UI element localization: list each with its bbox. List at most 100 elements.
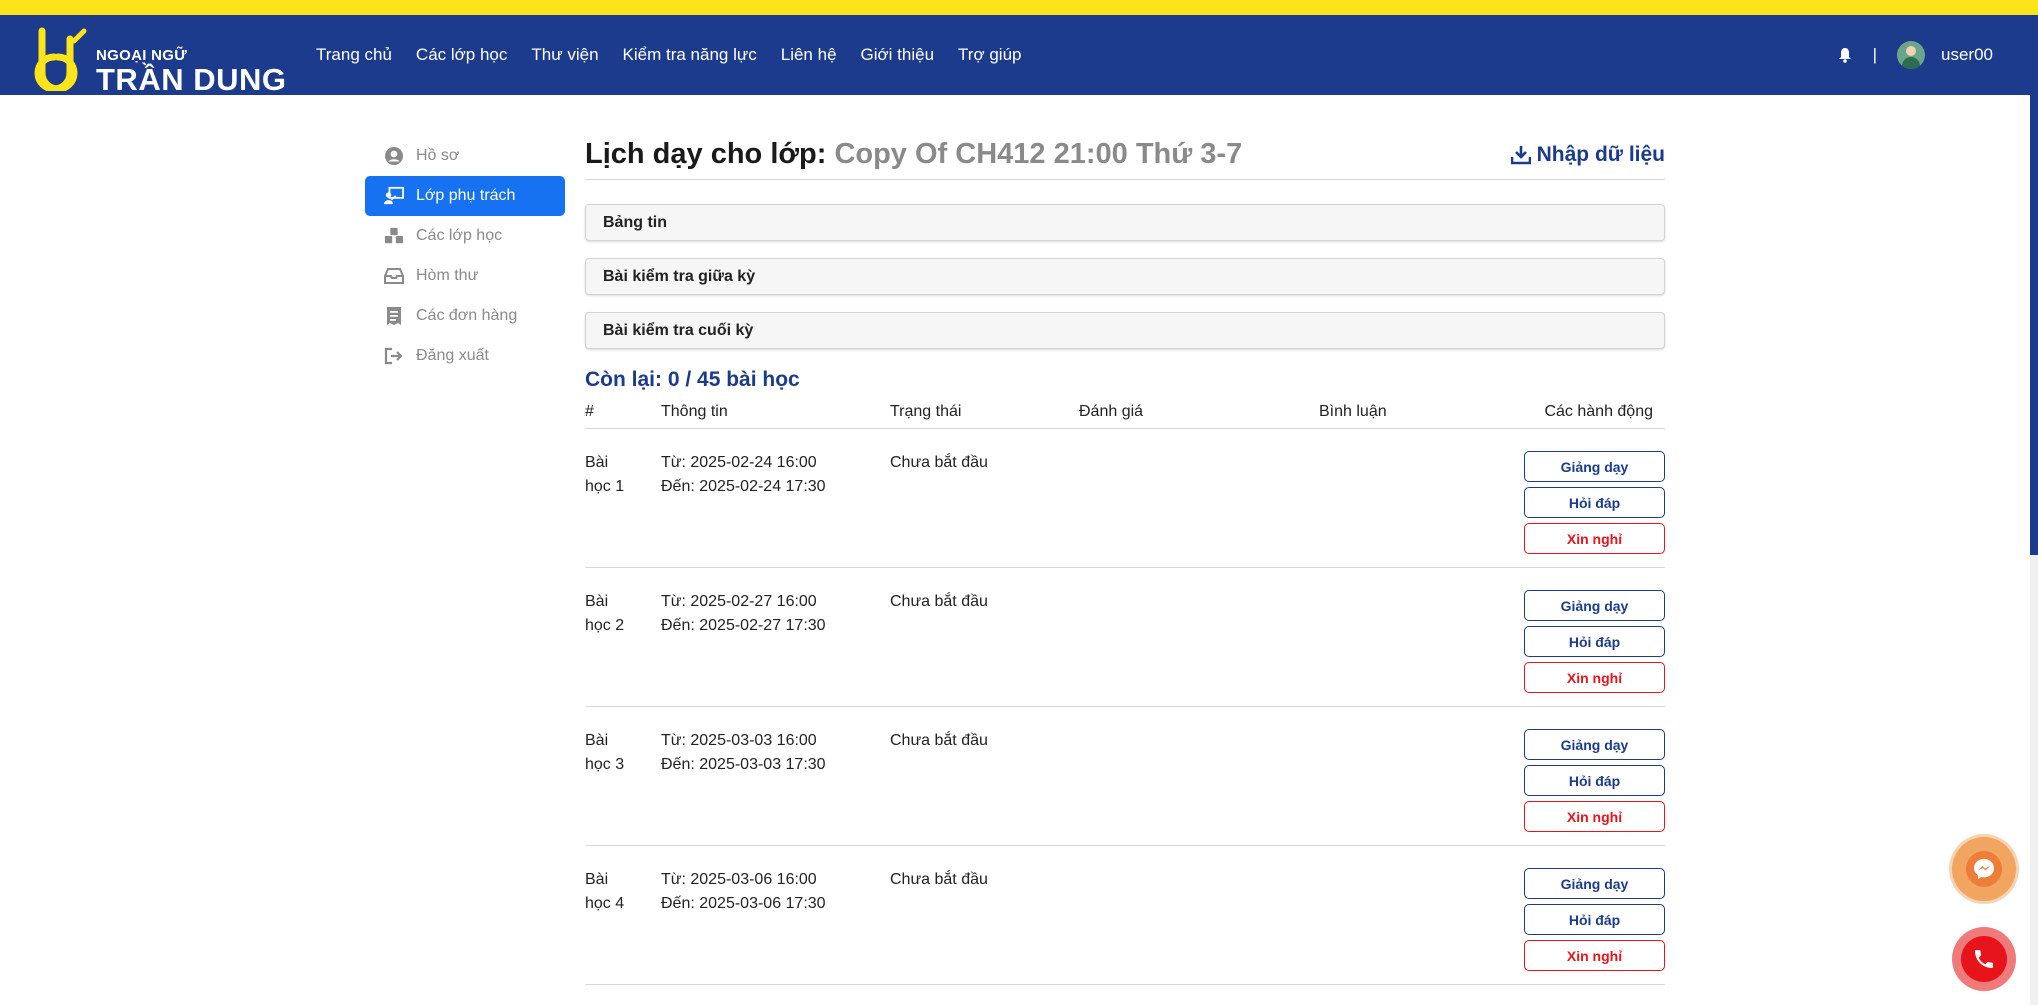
sidebar-item-label: Các lớp học — [416, 227, 503, 244]
leave-request-button[interactable]: Xin nghỉ — [1524, 801, 1665, 832]
logo-big-text: TRẦN DUNG — [96, 62, 287, 97]
nav-separator: | — [1872, 45, 1878, 64]
nav-kiem-tra-nang-luc[interactable]: Kiểm tra năng lực — [623, 45, 757, 65]
col-header-rating: Đánh giá — [1079, 402, 1144, 420]
qa-button[interactable]: Hỏi đáp — [1524, 487, 1665, 518]
qa-button[interactable]: Hỏi đáp — [1524, 626, 1665, 657]
nav-lien-he[interactable]: Liên hệ — [781, 45, 837, 65]
lesson-to: Đến: 2025-02-27 17:30 — [661, 617, 826, 634]
sidebar-item-cac-don-hang[interactable]: Các đơn hàng — [365, 296, 565, 336]
import-data-button[interactable]: Nhập dữ liệu — [1510, 142, 1665, 167]
brand-logo[interactable]: NGOẠI NGỮ TRẦN DUNG — [34, 27, 294, 95]
teach-button[interactable]: Giảng dạy — [1524, 590, 1665, 621]
inbox-icon — [384, 266, 404, 286]
lesson-info: Từ: 2025-02-27 16:00 Đến: 2025-02-27 17:… — [661, 590, 826, 638]
lesson-from: Từ: 2025-02-24 16:00 — [661, 454, 817, 471]
page-title: Lịch dạy cho lớp: Copy Of CH412 21:00 Th… — [585, 138, 1242, 171]
lesson-from: Từ: 2025-03-03 16:00 — [661, 732, 817, 749]
teach-button[interactable]: Giảng dạy — [1524, 868, 1665, 899]
class-name: Copy Of CH412 21:00 Thứ 3-7 — [834, 138, 1243, 170]
qa-button[interactable]: Hỏi đáp — [1524, 765, 1665, 796]
lesson-info: Từ: 2025-02-24 16:00 Đến: 2025-02-24 17:… — [661, 451, 826, 499]
user-bar: | user00 — [1837, 15, 1993, 95]
nav-cac-lop-hoc[interactable]: Các lớp học — [416, 45, 507, 65]
messenger-button[interactable] — [1952, 837, 2016, 901]
sidebar-item-dang-xuat[interactable]: Đăng xuất — [365, 336, 565, 376]
table-row: Bài học 3 Từ: 2025-03-03 16:00 Đến: 2025… — [585, 707, 1665, 846]
lesson-actions: Giảng dạy Hỏi đáp Xin nghỉ — [1524, 868, 1665, 976]
messenger-icon — [1974, 859, 1994, 879]
lesson-number: Bài học 2 — [585, 593, 625, 634]
page-scrollbar-thumb[interactable] — [2030, 95, 2038, 555]
username[interactable]: user00 — [1941, 45, 1993, 65]
import-data-label: Nhập dữ liệu — [1536, 142, 1665, 166]
col-header-actions: Các hành động — [1544, 402, 1653, 420]
sidebar-item-label: Hòm thư — [416, 267, 479, 284]
teacher-board-icon — [384, 186, 404, 206]
col-header-num: # — [585, 402, 594, 420]
logo-mark-icon — [34, 27, 87, 91]
leave-request-button[interactable]: Xin nghỉ — [1524, 940, 1665, 971]
lesson-info: Từ: 2025-03-06 16:00 Đến: 2025-03-06 17:… — [661, 868, 826, 916]
sidebar-item-lop-phu-trach[interactable]: Lớp phụ trách — [365, 176, 565, 216]
col-header-info: Thông tin — [661, 402, 728, 420]
remaining-lessons: Còn lại: 0 / 45 bài học — [585, 368, 800, 391]
sidebar-item-label: Lớp phụ trách — [416, 187, 516, 204]
lesson-to: Đến: 2025-03-03 17:30 — [661, 756, 826, 773]
phone-icon — [1975, 950, 1993, 968]
leave-request-button[interactable]: Xin nghỉ — [1524, 662, 1665, 693]
table-row: Bài học 2 Từ: 2025-02-27 16:00 Đến: 2025… — [585, 568, 1665, 707]
lesson-info: Từ: 2025-03-03 16:00 Đến: 2025-03-03 17:… — [661, 729, 826, 777]
lesson-from: Từ: 2025-02-27 16:00 — [661, 593, 817, 610]
main-content: Lịch dạy cho lớp: Copy Of CH412 21:00 Th… — [585, 130, 1665, 985]
lesson-to: Đến: 2025-02-24 17:30 — [661, 478, 826, 495]
cubes-icon — [384, 226, 404, 246]
table-row: Bài học 1 Từ: 2025-02-24 16:00 Đến: 2025… — [585, 429, 1665, 568]
nav-gioi-thieu[interactable]: Giới thiệu — [861, 45, 935, 65]
lesson-number: Bài học 3 — [585, 732, 625, 773]
title-row: Lịch dạy cho lớp: Copy Of CH412 21:00 Th… — [585, 130, 1665, 180]
teach-button[interactable]: Giảng dạy — [1524, 451, 1665, 482]
teach-button[interactable]: Giảng dạy — [1524, 729, 1665, 760]
lesson-number: Bài học 1 — [585, 454, 625, 495]
page-title-prefix: Lịch dạy cho lớp: — [585, 138, 827, 170]
call-button[interactable] — [1952, 927, 2016, 991]
receipt-icon — [384, 306, 404, 326]
nav-thu-vien[interactable]: Thư viện — [531, 45, 598, 65]
col-header-status: Trạng thái — [890, 402, 962, 420]
lesson-from: Từ: 2025-03-06 16:00 — [661, 871, 817, 888]
sidebar-item-hom-thu[interactable]: Hòm thư — [365, 256, 565, 296]
top-navbar: NGOẠI NGỮ TRẦN DUNG Trang chủ Các lớp họ… — [0, 15, 2038, 95]
sign-out-icon — [384, 346, 404, 366]
col-header-comment: Bình luận — [1319, 402, 1387, 420]
main-menu: Trang chủ Các lớp học Thư viện Kiểm tra … — [316, 15, 1045, 95]
lesson-actions: Giảng dạy Hỏi đáp Xin nghỉ — [1524, 590, 1665, 698]
lesson-status: Chưa bắt đầu — [890, 732, 988, 749]
nav-tro-giup[interactable]: Trợ giúp — [958, 45, 1021, 65]
nav-trang-chu[interactable]: Trang chủ — [316, 45, 392, 65]
panel-bang-tin[interactable]: Bảng tin — [585, 204, 1665, 241]
lesson-actions: Giảng dạy Hỏi đáp Xin nghỉ — [1524, 729, 1665, 837]
lesson-status: Chưa bắt đầu — [890, 454, 988, 471]
lesson-to: Đến: 2025-03-06 17:30 — [661, 895, 826, 912]
sidebar-item-ho-so[interactable]: Hồ sơ — [365, 136, 565, 176]
panel-bai-kiem-tra-giua-ky[interactable]: Bài kiểm tra giữa kỳ — [585, 258, 1665, 295]
table-row: Bài học 4 Từ: 2025-03-06 16:00 Đến: 2025… — [585, 846, 1665, 985]
bell-icon[interactable] — [1837, 47, 1853, 63]
lesson-table-header: # Thông tin Trạng thái Đánh giá Bình luậ… — [585, 395, 1665, 429]
sidebar-item-label: Hồ sơ — [416, 147, 460, 164]
download-icon — [1510, 145, 1531, 164]
sidebar-item-label: Đăng xuất — [416, 347, 489, 364]
avatar[interactable] — [1897, 41, 1926, 69]
account-sidebar: Hồ sơ Lớp phụ trách Các lớp học Hòm thư … — [365, 136, 565, 376]
lesson-number: Bài học 4 — [585, 871, 625, 912]
leave-request-button[interactable]: Xin nghỉ — [1524, 523, 1665, 554]
panel-bai-kiem-tra-cuoi-ky[interactable]: Bài kiểm tra cuối kỳ — [585, 312, 1665, 349]
user-circle-icon — [384, 146, 404, 166]
top-accent-strip — [0, 0, 2038, 15]
lesson-status: Chưa bắt đầu — [890, 871, 988, 888]
sidebar-item-label: Các đơn hàng — [416, 307, 518, 324]
sidebar-item-cac-lop-hoc[interactable]: Các lớp học — [365, 216, 565, 256]
lesson-status: Chưa bắt đầu — [890, 593, 988, 610]
qa-button[interactable]: Hỏi đáp — [1524, 904, 1665, 935]
